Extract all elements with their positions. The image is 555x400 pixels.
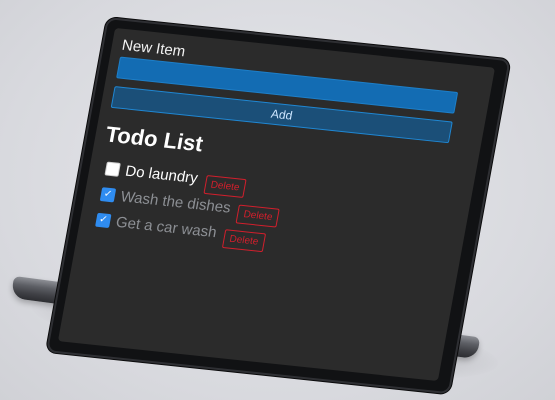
todo-checkbox[interactable]: ✓ — [99, 187, 117, 203]
laptop-screen: New Item Add Todo List Do laundry Delete… — [57, 27, 496, 382]
laptop-lid: New Item Add Todo List Do laundry Delete… — [45, 17, 511, 395]
check-icon: ✓ — [102, 188, 114, 201]
todo-checkbox[interactable] — [104, 161, 121, 177]
check-icon: ✓ — [98, 214, 109, 226]
delete-button[interactable]: Delete — [221, 228, 266, 252]
todo-checkbox[interactable]: ✓ — [95, 212, 112, 229]
todo-item-text: Do laundry — [124, 162, 200, 187]
todo-app: New Item Add Todo List Do laundry Delete… — [88, 37, 462, 268]
todo-item-text: Get a car wash — [114, 213, 219, 241]
laptop-scene: New Item Add Todo List Do laundry Delete… — [0, 0, 555, 400]
